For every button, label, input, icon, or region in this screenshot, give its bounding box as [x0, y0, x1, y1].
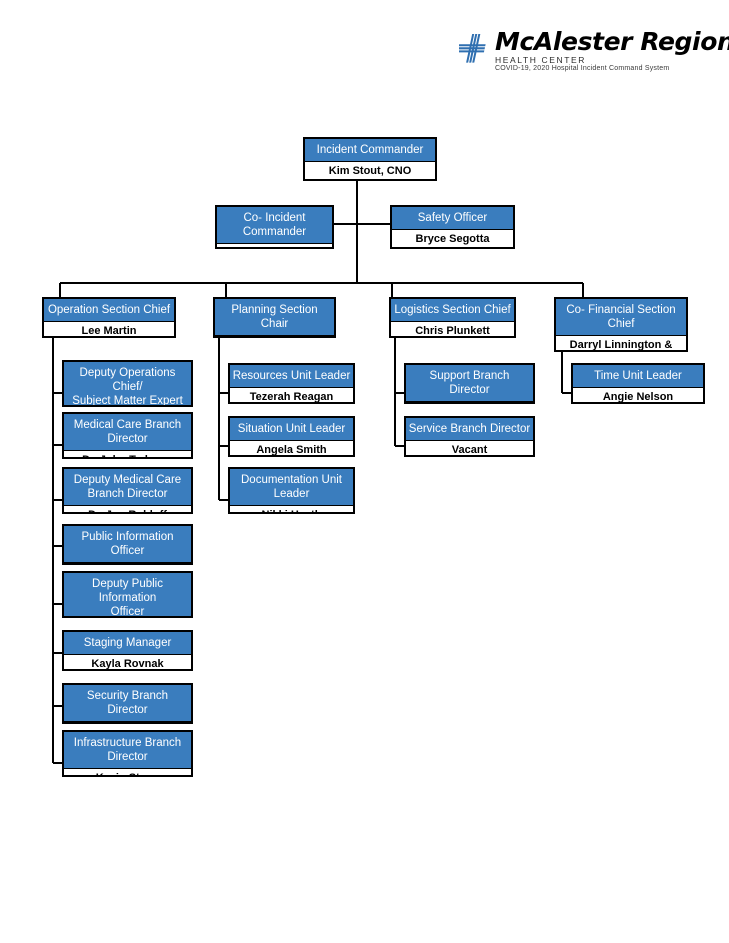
- node-security-branch-director[interactable]: Security Branch Director Jonathan Muller: [62, 683, 193, 724]
- node-person-name: Chris Plunkett: [391, 321, 514, 336]
- node-title: Documentation Unit Leader: [230, 469, 353, 505]
- node-title: Deputy Medical Care Branch Director: [64, 469, 191, 505]
- node-person-name: Dr. John Tedesco: [64, 450, 191, 457]
- node-resources-unit-leader[interactable]: Resources Unit Leader Tezerah Reagan: [228, 363, 355, 404]
- node-medical-care-branch-director[interactable]: Medical Care Branch Director Dr. John Te…: [62, 412, 193, 459]
- node-deputy-public-information-officer[interactable]: Deputy Public Information Officer Michel…: [62, 571, 193, 618]
- node-title: Staging Manager: [64, 632, 191, 654]
- node-person-name: Bryce Segotta: [392, 229, 513, 247]
- node-title: Public Information Officer: [64, 526, 191, 562]
- node-title: Co- Financial Section Chief: [556, 299, 686, 335]
- node-documentation-unit-leader[interactable]: Documentation Unit Leader Nikki Heath: [228, 467, 355, 514]
- node-person-name: Rebecca Lanham: [406, 401, 533, 402]
- node-co-incident-commander[interactable]: Co- Incident Commander Shawn Howard, COO: [215, 205, 334, 249]
- node-title: Infrastructure Branch Director: [64, 732, 191, 768]
- node-public-information-officer[interactable]: Public Information Officer Ashley Kennon: [62, 524, 193, 565]
- node-person-name: Nikki Heath: [230, 505, 353, 512]
- node-situation-unit-leader[interactable]: Situation Unit Leader Angela Smith: [228, 416, 355, 457]
- node-title: Support Branch Director: [406, 365, 533, 401]
- node-person-name: Angie Nelson: [573, 387, 703, 402]
- node-logistics-section-chief[interactable]: Logistics Section Chief Chris Plunkett: [389, 297, 516, 338]
- node-time-unit-leader[interactable]: Time Unit Leader Angie Nelson: [571, 363, 705, 404]
- node-title: Service Branch Director: [406, 418, 533, 440]
- node-deputy-medical-care-branch-director[interactable]: Deputy Medical Care Branch Director Dr. …: [62, 467, 193, 514]
- incident-command-chart: Incident Commander Kim Stout, CNO Co- In…: [0, 0, 729, 943]
- node-person-name: Lee Martin: [44, 321, 174, 336]
- node-title: Security Branch Director: [64, 685, 191, 721]
- node-person-name: Kevin Stone: [64, 768, 191, 775]
- node-title: Medical Care Branch Director: [64, 414, 191, 450]
- node-person-name: Shawn Howard, COO: [217, 243, 332, 247]
- node-person-name: Angela Smith: [230, 440, 353, 455]
- node-title: Situation Unit Leader: [230, 418, 353, 440]
- node-incident-commander[interactable]: Incident Commander Kim Stout, CNO: [303, 137, 437, 181]
- node-person-name: Dalina McGee: [215, 335, 334, 336]
- node-person-name: Kim Stout, CNO: [305, 161, 435, 179]
- node-person-name: Darryl Linnington & Sherry Winczewski: [556, 335, 686, 350]
- node-title: Deputy Public Information Officer: [64, 573, 191, 616]
- node-deputy-operations-chief[interactable]: Deputy Operations Chief/ Subject Matter …: [62, 360, 193, 407]
- node-person-name: Tezerah Reagan: [230, 387, 353, 402]
- node-person-name: Jonathan Muller: [64, 721, 191, 722]
- node-person-name: Dr. Jon Rohloff: [64, 505, 191, 512]
- node-person-name: Kayla Rovnak: [64, 654, 191, 669]
- node-title: Time Unit Leader: [573, 365, 703, 387]
- node-title: Deputy Operations Chief/ Subject Matter …: [64, 362, 191, 405]
- node-planning-section-chair[interactable]: Planning Section Chair Dalina McGee: [213, 297, 336, 338]
- node-staging-manager[interactable]: Staging Manager Kayla Rovnak: [62, 630, 193, 671]
- node-co-financial-section-chief[interactable]: Co- Financial Section Chief Darryl Linni…: [554, 297, 688, 352]
- node-person-name: Vacant: [406, 440, 533, 455]
- node-title: Safety Officer: [392, 207, 513, 229]
- node-infrastructure-branch-director[interactable]: Infrastructure Branch Director Kevin Sto…: [62, 730, 193, 777]
- node-title: Logistics Section Chief: [391, 299, 514, 321]
- node-service-branch-director[interactable]: Service Branch Director Vacant: [404, 416, 535, 457]
- node-title: Co- Incident Commander: [217, 207, 332, 243]
- node-title: Incident Commander: [305, 139, 435, 161]
- node-support-branch-director[interactable]: Support Branch Director Rebecca Lanham: [404, 363, 535, 404]
- node-operation-section-chief[interactable]: Operation Section Chief Lee Martin: [42, 297, 176, 338]
- node-person-name: Ashley Kennon: [64, 562, 191, 563]
- node-title: Resources Unit Leader: [230, 365, 353, 387]
- node-title: Operation Section Chief: [44, 299, 174, 321]
- org-chart-page: McAlester Regional HEALTH CENTER COVID-1…: [0, 0, 729, 943]
- node-safety-officer[interactable]: Safety Officer Bryce Segotta: [390, 205, 515, 249]
- node-title: Planning Section Chair: [215, 299, 334, 335]
